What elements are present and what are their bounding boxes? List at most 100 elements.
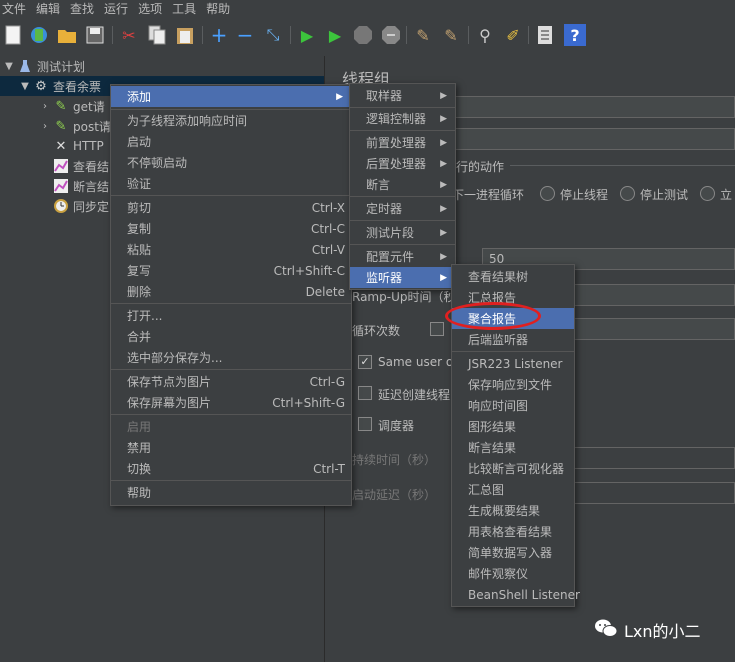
- submenu-item-test-fragment[interactable]: 测试片段 ▶: [350, 222, 455, 243]
- menu-item-save-node-image[interactable]: 保存节点为图片 Ctrl-G: [111, 371, 351, 392]
- menu-options[interactable]: 选项: [136, 0, 170, 17]
- listener-comparison-assertion[interactable]: 比较断言可视化器: [452, 458, 574, 479]
- menu-item-save-screen-image[interactable]: 保存屏幕为图片 Ctrl+Shift-G: [111, 392, 351, 413]
- menu-item-start[interactable]: 启动: [111, 131, 351, 152]
- radio-stop-test[interactable]: [620, 186, 635, 201]
- menu-item-add-response-time[interactable]: 为子线程添加响应时间: [111, 110, 351, 131]
- expand-icon[interactable]: ▼: [2, 61, 16, 72]
- listener-beanshell[interactable]: BeanShell Listener: [452, 584, 580, 605]
- start-no-pause-icon[interactable]: ▶: [324, 24, 346, 46]
- listener-backend-listener[interactable]: 后端监听器: [452, 329, 574, 350]
- menu-item-help[interactable]: 帮助: [111, 482, 351, 503]
- start-icon[interactable]: ▶: [296, 24, 318, 46]
- clear-icon[interactable]: ✎: [412, 24, 434, 46]
- toggle-icon[interactable]: ⤡: [262, 24, 284, 46]
- scheduler-checkbox[interactable]: [358, 417, 372, 431]
- delay-create-checkbox[interactable]: [358, 386, 372, 400]
- submenu-item-timer[interactable]: 定时器 ▶: [350, 198, 455, 219]
- tree-item-sync-timer[interactable]: 同步定: [52, 196, 109, 216]
- menu-search[interactable]: 查找: [68, 0, 102, 17]
- paste-icon[interactable]: [174, 24, 196, 46]
- listener-aggregate-graph[interactable]: 汇总图: [452, 479, 574, 500]
- collapse-icon[interactable]: ›: [38, 121, 52, 132]
- submenu-item-post-processor[interactable]: 后置处理器 ▶: [350, 153, 455, 174]
- menu-item-paste[interactable]: 粘贴 Ctrl-V: [111, 239, 351, 260]
- tree-label: 查看余票: [53, 79, 102, 94]
- listener-response-time-graph[interactable]: 响应时间图: [452, 395, 574, 416]
- collapse-icon[interactable]: ›: [38, 101, 52, 112]
- rampup-label: Ramp-Up时间（秒: [352, 290, 456, 304]
- tree-item-post-request[interactable]: › ✎ post请: [38, 116, 111, 136]
- function-helper-icon[interactable]: [534, 24, 556, 46]
- listener-simple-data-writer[interactable]: 简单数据写入器: [452, 542, 574, 563]
- menu-run[interactable]: 运行: [102, 0, 136, 17]
- copy-icon[interactable]: [146, 24, 168, 46]
- radio-stop-thread[interactable]: [540, 186, 555, 201]
- loop-forever-checkbox[interactable]: [430, 322, 444, 336]
- tree-item-test-plan[interactable]: ▼ 测试计划: [2, 56, 85, 76]
- submenu-arrow-icon: ▶: [440, 158, 447, 169]
- tools-icon: ✕: [55, 138, 67, 154]
- save-icon[interactable]: [84, 24, 106, 46]
- radio-next-loop-label: 下一进程循环: [452, 188, 525, 202]
- menu-item-duplicate[interactable]: 复写 Ctrl+Shift-C: [111, 260, 351, 281]
- help-icon[interactable]: ?: [564, 24, 586, 46]
- listener-save-responses[interactable]: 保存响应到文件: [452, 374, 574, 395]
- template-icon[interactable]: [28, 24, 50, 46]
- clear-all-icon[interactable]: ✎: [440, 24, 462, 46]
- submenu-item-logic-controller[interactable]: 逻辑控制器 ▶: [350, 108, 455, 129]
- reset-search-icon[interactable]: ✐: [502, 24, 524, 46]
- submenu-item-config-element[interactable]: 配置元件 ▶: [350, 246, 455, 267]
- menu-item-disable[interactable]: 禁用: [111, 437, 351, 458]
- comment-field[interactable]: [452, 128, 735, 150]
- submenu-arrow-icon: ▶: [440, 137, 447, 148]
- tree-label: get请: [73, 99, 105, 114]
- menu-edit[interactable]: 编辑: [34, 0, 68, 17]
- menu-item-validate[interactable]: 验证: [111, 173, 351, 194]
- menu-item-start-no-pause[interactable]: 不停顿启动: [111, 152, 351, 173]
- menu-item-open[interactable]: 打开...: [111, 305, 351, 326]
- menu-file[interactable]: 文件: [0, 0, 34, 17]
- open-icon[interactable]: [56, 24, 78, 46]
- shutdown-icon[interactable]: [380, 24, 402, 46]
- menu-help[interactable]: 帮助: [204, 0, 238, 17]
- menu-item-save-selection-as[interactable]: 选中部分保存为...: [111, 347, 351, 368]
- expand-icon[interactable]: ▼: [18, 81, 32, 92]
- listener-generate-summary[interactable]: 生成概要结果: [452, 500, 574, 521]
- clock-icon: [52, 198, 70, 214]
- add-icon[interactable]: +: [208, 23, 230, 47]
- submenu-item-listener[interactable]: 监听器 ▶: [350, 267, 455, 288]
- tree-item-assertion-results[interactable]: 断言结: [52, 176, 109, 196]
- listener-jsr223[interactable]: JSR223 Listener: [452, 353, 574, 374]
- tree-item-get-request[interactable]: › ✎ get请: [38, 96, 105, 116]
- name-field[interactable]: [452, 96, 735, 118]
- menu-item-cut[interactable]: 剪切 Ctrl-X: [111, 197, 351, 218]
- listener-view-results-tree[interactable]: 查看结果树: [452, 266, 574, 287]
- remove-icon[interactable]: −: [234, 23, 256, 47]
- new-icon[interactable]: [2, 24, 24, 46]
- listener-assertion-results[interactable]: 断言结果: [452, 437, 574, 458]
- same-user-checkbox[interactable]: ✓: [358, 355, 372, 369]
- search-icon[interactable]: ⚲: [474, 24, 496, 46]
- cut-icon[interactable]: ✂: [118, 24, 140, 46]
- menu-item-toggle[interactable]: 切换 Ctrl-T: [111, 458, 351, 479]
- submenu-item-assertion[interactable]: 断言 ▶: [350, 174, 455, 195]
- submenu-arrow-icon: ▶: [440, 251, 447, 262]
- wechat-icon: [594, 618, 618, 642]
- submenu-item-pre-processor[interactable]: 前置处理器 ▶: [350, 132, 455, 153]
- delay-create-label: 延迟创建线程: [378, 388, 451, 402]
- tree-item-results-tree[interactable]: 查看结: [52, 156, 109, 176]
- menu-item-copy[interactable]: 复制 Ctrl-C: [111, 218, 351, 239]
- submenu-item-sampler[interactable]: 取样器 ▶: [350, 85, 455, 106]
- menu-item-delete[interactable]: 删除 Delete: [111, 281, 351, 302]
- listener-mailer-visualizer[interactable]: 邮件观察仪: [452, 563, 574, 584]
- radio-stop-now[interactable]: [700, 186, 715, 201]
- listener-view-results-table[interactable]: 用表格查看结果: [452, 521, 574, 542]
- menu-tools[interactable]: 工具: [170, 0, 204, 17]
- tree-item-http-config[interactable]: ✕ HTTP: [52, 136, 104, 156]
- tree-label: 查看结: [73, 159, 110, 174]
- menu-item-add[interactable]: 添加 ▶: [111, 86, 351, 107]
- listener-graph-results[interactable]: 图形结果: [452, 416, 574, 437]
- stop-icon[interactable]: [352, 24, 374, 46]
- menu-item-merge[interactable]: 合并: [111, 326, 351, 347]
